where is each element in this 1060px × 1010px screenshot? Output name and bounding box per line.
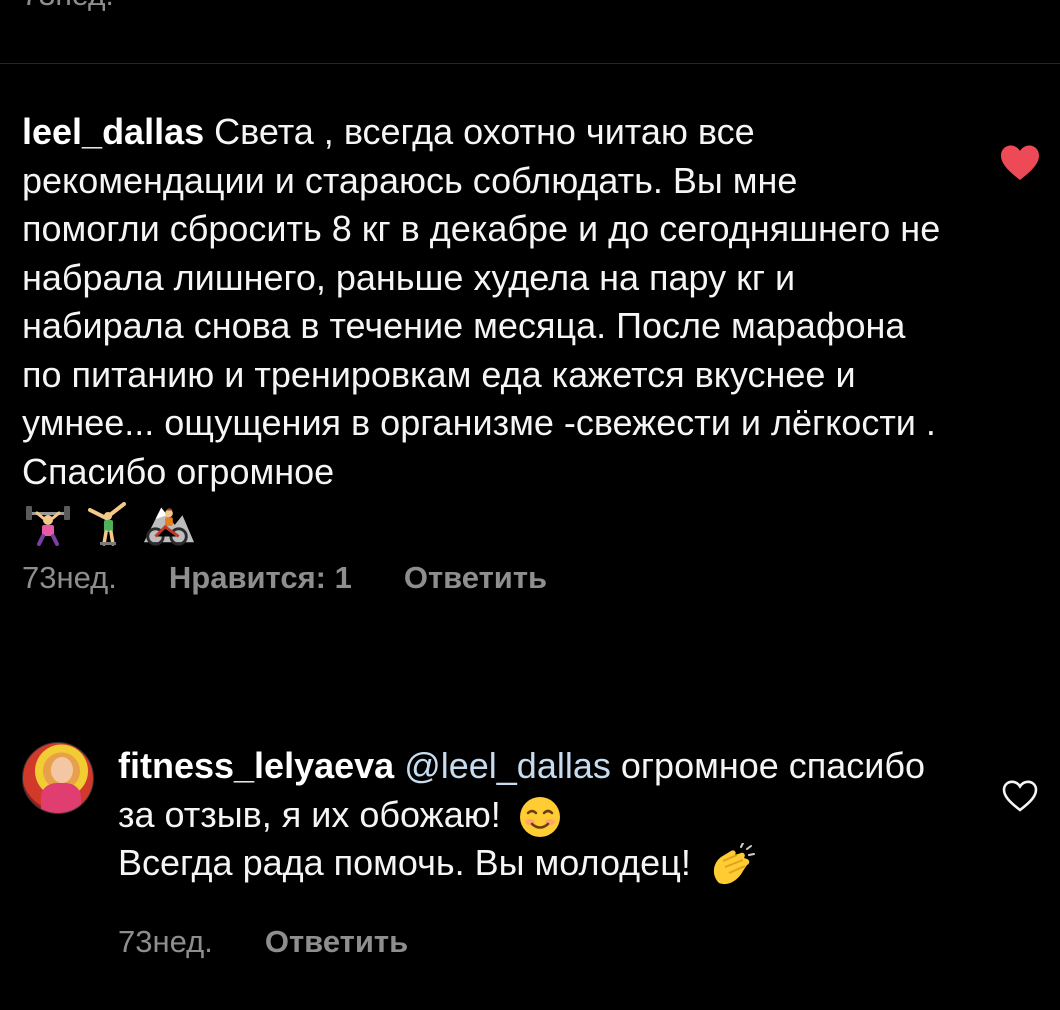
reply-body: fitness_lelyaeva @leel_dallas огромное с… bbox=[118, 742, 938, 888]
reply-text-part2: Всегда рада помочь. Вы молодец! bbox=[118, 842, 691, 883]
comment-meta: 73нед. Нравится: 1 Ответить bbox=[22, 560, 942, 596]
reply-meta: 73нед. Ответить bbox=[118, 924, 938, 960]
comment: leel_dallas Света , всегда охотно читаю … bbox=[22, 108, 942, 596]
avatar-body-shape bbox=[41, 783, 81, 813]
mountain-biking-emoji bbox=[142, 499, 194, 547]
heart-filled-icon[interactable] bbox=[999, 144, 1041, 182]
reply-username[interactable]: fitness_lelyaeva bbox=[118, 745, 394, 786]
clapping-hands-emoji bbox=[707, 842, 755, 887]
avatar-face-shape bbox=[51, 757, 73, 783]
section-divider bbox=[0, 63, 1060, 64]
smiling-face-emoji bbox=[517, 795, 563, 839]
reply-timestamp: 73нед. bbox=[118, 923, 213, 959]
comment-username[interactable]: leel_dallas bbox=[22, 111, 204, 152]
avatar[interactable] bbox=[22, 742, 94, 814]
comment-emoji-row bbox=[22, 498, 942, 548]
comment-likes-link[interactable]: Нравится: 1 bbox=[169, 560, 352, 596]
cartwheel-emoji bbox=[82, 499, 134, 547]
comment-body: leel_dallas Света , всегда охотно читаю … bbox=[22, 108, 942, 496]
comment-timestamp: 73нед. bbox=[22, 560, 117, 595]
previous-comment-timestamp: 73нед. bbox=[22, 0, 114, 14]
comment-text: Света , всегда охотно читаю все рекоменд… bbox=[22, 111, 941, 492]
heart-outline-icon[interactable] bbox=[1002, 780, 1038, 812]
reply-content: fitness_lelyaeva @leel_dallas огромное с… bbox=[118, 742, 938, 960]
reply-reply-button[interactable]: Ответить bbox=[265, 924, 408, 960]
comment-reply-button[interactable]: Ответить bbox=[404, 560, 547, 596]
weightlifting-emoji bbox=[22, 499, 74, 547]
reply-mention-link[interactable]: @leel_dallas bbox=[404, 745, 611, 786]
